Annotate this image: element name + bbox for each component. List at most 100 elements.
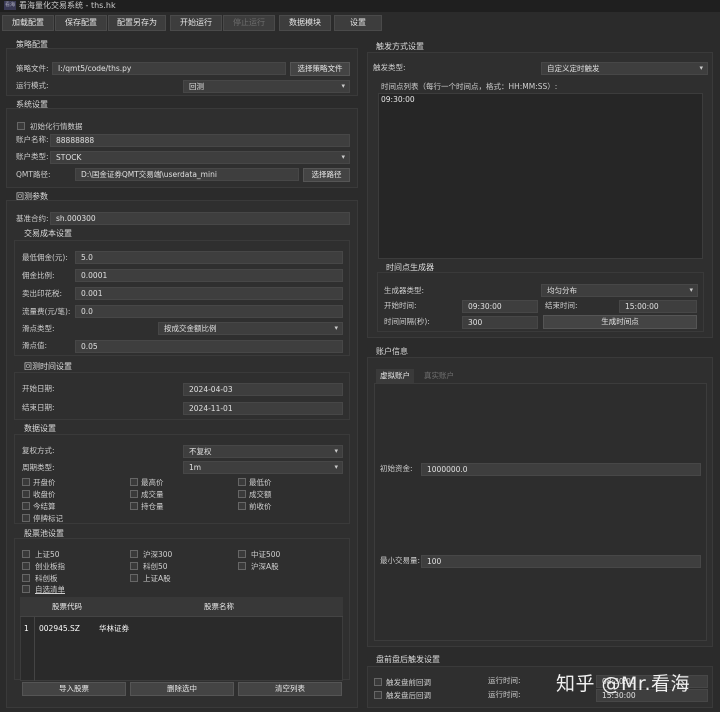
app-logo-icon: 看海 bbox=[4, 1, 16, 10]
commission-rate-input[interactable]: 0.0001 bbox=[75, 269, 343, 282]
cost-group-title: 交易成本设置 bbox=[24, 229, 72, 238]
stamp-tax-input[interactable]: 0.001 bbox=[75, 287, 343, 300]
data-field-checkbox[interactable] bbox=[130, 490, 138, 498]
data-field-label: 开盘价 bbox=[33, 478, 56, 487]
stock-pool-checkbox[interactable] bbox=[22, 550, 30, 558]
run-mode-select[interactable]: 回测 bbox=[183, 80, 350, 93]
pre-market-checkbox[interactable] bbox=[374, 678, 382, 686]
adjust-label: 复权方式: bbox=[22, 446, 55, 455]
post-market-checkbox[interactable] bbox=[374, 691, 382, 699]
data-field-label: 前收价 bbox=[249, 502, 272, 511]
stock-pool-checkbox[interactable] bbox=[238, 562, 246, 570]
time-list-label: 时间点列表（每行一个时间点，格式：HH:MM:SS）: bbox=[381, 82, 558, 91]
table-index-divider bbox=[34, 617, 35, 681]
post-run-time-label: 运行时间: bbox=[488, 690, 521, 699]
adjust-select[interactable]: 不复权 bbox=[183, 445, 343, 458]
gen-type-select[interactable]: 均匀分布 bbox=[541, 284, 698, 297]
time-group-title: 回测时间设置 bbox=[24, 362, 72, 371]
min-volume-input[interactable]: 100 bbox=[421, 555, 701, 568]
stock-pool-checkbox[interactable] bbox=[130, 550, 138, 558]
data-field-label: 今结算 bbox=[33, 502, 56, 511]
trigger-type-select[interactable]: 自定义定时触发 bbox=[541, 62, 708, 75]
stock-pool-checkbox[interactable] bbox=[130, 574, 138, 582]
gen-end-label: 结束时间: bbox=[545, 301, 578, 310]
slippage-value-label: 滑点值: bbox=[22, 341, 48, 350]
init-market-label: 初始化行情数据 bbox=[30, 122, 83, 131]
table-row-name[interactable]: 华林证券 bbox=[99, 623, 129, 635]
load-config-button[interactable]: 加载配置 bbox=[2, 15, 54, 31]
data-field-checkbox[interactable] bbox=[238, 490, 246, 498]
system-group-title: 系统设置 bbox=[16, 100, 48, 109]
end-date-input[interactable]: 2024-11-01 bbox=[183, 402, 343, 415]
data-module-button[interactable]: 数据模块 bbox=[279, 15, 331, 31]
stop-run-button[interactable]: 停止运行 bbox=[223, 15, 275, 31]
strategy-group-title: 策略配置 bbox=[16, 40, 48, 49]
slippage-type-label: 滑点类型: bbox=[22, 324, 55, 333]
stock-code-header[interactable]: 股票代码 bbox=[52, 601, 82, 613]
import-stocks-button[interactable]: 导入股票 bbox=[22, 682, 126, 696]
window-title: 看海量化交易系统 - ths.hk bbox=[19, 1, 116, 10]
pre-run-time-label: 运行时间: bbox=[488, 676, 521, 685]
stock-pool-checkbox[interactable] bbox=[22, 574, 30, 582]
initial-capital-label: 初始资金: bbox=[380, 464, 413, 473]
init-market-checkbox[interactable] bbox=[17, 122, 25, 130]
data-field-checkbox[interactable] bbox=[130, 478, 138, 486]
data-field-checkbox[interactable] bbox=[130, 502, 138, 510]
stock-pool-checkbox[interactable] bbox=[130, 562, 138, 570]
select-path-button[interactable]: 选择路径 bbox=[303, 168, 350, 182]
time-list-textarea[interactable] bbox=[378, 93, 703, 259]
data-field-checkbox[interactable] bbox=[22, 478, 30, 486]
min-commission-input[interactable]: 5.0 bbox=[75, 251, 343, 264]
gen-start-input[interactable]: 09:30:00 bbox=[462, 300, 538, 313]
stock-name-header[interactable]: 股票名称 bbox=[204, 601, 234, 613]
gen-end-input[interactable]: 15:00:00 bbox=[619, 300, 697, 313]
data-field-checkbox[interactable] bbox=[238, 478, 246, 486]
qmt-path-input[interactable]: D:\国金证券QMT交易端\userdata_mini bbox=[75, 168, 299, 181]
gen-interval-label: 时间间隔(秒): bbox=[384, 317, 430, 326]
benchmark-input[interactable]: sh.000300 bbox=[50, 212, 350, 225]
end-date-label: 结束日期: bbox=[22, 403, 55, 412]
data-field-label: 收盘价 bbox=[33, 490, 56, 499]
period-select[interactable]: 1m bbox=[183, 461, 343, 474]
tab-virtual-account[interactable]: 虚拟账户 bbox=[376, 369, 414, 383]
stock-pool-label: 上证50 bbox=[35, 550, 60, 559]
save-config-as-button[interactable]: 配置另存为 bbox=[108, 15, 166, 31]
account-name-input[interactable]: 88888888 bbox=[50, 134, 350, 147]
gen-interval-input[interactable]: 300 bbox=[462, 316, 538, 329]
slippage-type-select[interactable]: 按成交金额比例 bbox=[158, 322, 343, 335]
table-row-code[interactable]: 002945.SZ bbox=[39, 623, 80, 635]
data-field-checkbox[interactable] bbox=[238, 502, 246, 510]
data-group-title: 数据设置 bbox=[24, 424, 56, 433]
table-row-index: 1 bbox=[24, 624, 29, 633]
account-type-select[interactable]: STOCK bbox=[50, 151, 350, 164]
account-tab-panel bbox=[374, 383, 707, 641]
period-label: 周期类型: bbox=[22, 463, 55, 472]
settings-button[interactable]: 设置 bbox=[334, 15, 382, 31]
generate-time-points-button[interactable]: 生成时间点 bbox=[543, 315, 697, 329]
clear-list-button[interactable]: 清空列表 bbox=[238, 682, 342, 696]
data-field-checkbox[interactable] bbox=[22, 490, 30, 498]
data-field-checkbox[interactable] bbox=[22, 502, 30, 510]
flow-fee-input[interactable]: 0.0 bbox=[75, 305, 343, 318]
stock-pool-checkbox[interactable] bbox=[238, 550, 246, 558]
post-market-label: 触发盘后回调 bbox=[386, 691, 431, 700]
qmt-path-label: QMT路径: bbox=[16, 170, 51, 179]
custom-list-label[interactable]: 自选清单 bbox=[35, 585, 65, 594]
stock-pool-checkbox[interactable] bbox=[22, 562, 30, 570]
data-field-checkbox[interactable] bbox=[22, 514, 30, 522]
save-config-button[interactable]: 保存配置 bbox=[55, 15, 107, 31]
stamp-tax-label: 卖出印花税: bbox=[22, 289, 63, 298]
stock-pool-label: 中证500 bbox=[251, 550, 281, 559]
delete-selected-button[interactable]: 删除选中 bbox=[130, 682, 234, 696]
slippage-value-input[interactable]: 0.05 bbox=[75, 340, 343, 353]
strategy-file-input[interactable]: I:/qmt5/code/ths.py bbox=[52, 62, 286, 75]
start-date-input[interactable]: 2024-04-03 bbox=[183, 383, 343, 396]
tab-real-account[interactable]: 真实账户 bbox=[416, 369, 462, 383]
start-run-button[interactable]: 开始运行 bbox=[170, 15, 222, 31]
select-strategy-file-button[interactable]: 选择策略文件 bbox=[290, 62, 350, 76]
custom-list-checkbox[interactable] bbox=[22, 585, 30, 593]
stock-pool-label: 沪深A股 bbox=[251, 562, 279, 571]
watermark: 知乎 @Mr.看海 bbox=[556, 673, 691, 695]
initial-capital-input[interactable]: 1000000.0 bbox=[421, 463, 701, 476]
trigger-type-label: 触发类型: bbox=[373, 63, 406, 72]
